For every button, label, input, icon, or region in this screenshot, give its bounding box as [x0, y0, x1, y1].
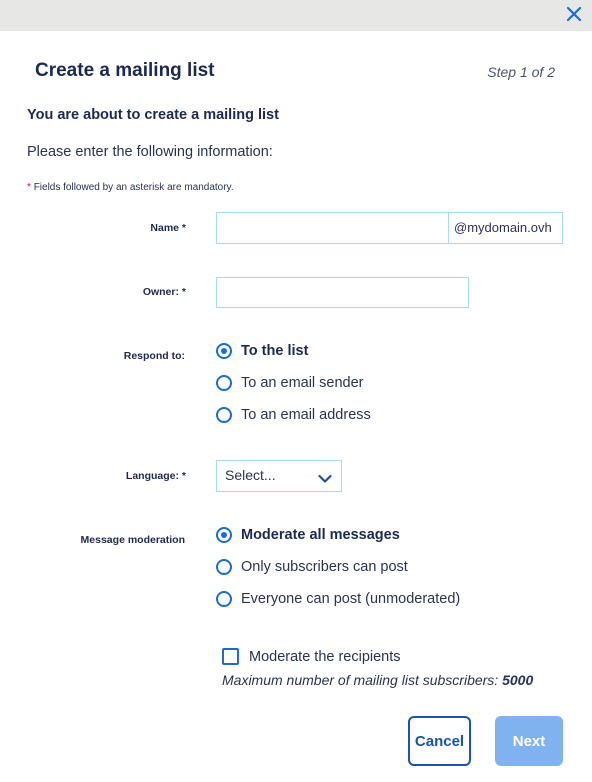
owner-input[interactable]: [216, 277, 469, 308]
moderation-option-all[interactable]: Moderate all messages: [216, 527, 400, 543]
moderation-option-label: Only subscribers can post: [241, 559, 408, 575]
radio-icon: [216, 591, 232, 607]
close-icon[interactable]: [566, 6, 582, 22]
moderation-option-subscribers[interactable]: Only subscribers can post: [216, 559, 408, 575]
info-text: Please enter the following information:: [27, 144, 273, 160]
max-subscribers-value: 5000: [502, 672, 534, 688]
domain-suffix: @mydomain.ovh: [448, 212, 563, 244]
respond-option-sender[interactable]: To an email sender: [216, 375, 364, 391]
moderation-option-label: Moderate all messages: [241, 527, 400, 543]
mandatory-note: * Fields followed by an asterisk are man…: [27, 182, 234, 193]
cancel-button[interactable]: Cancel: [408, 716, 471, 766]
checkbox-icon: [222, 648, 239, 665]
respond-option-address[interactable]: To an email address: [216, 407, 371, 423]
required-asterisk: *: [27, 182, 31, 193]
moderate-recipients-label: Moderate the recipients: [249, 648, 401, 665]
radio-selected-icon: [216, 527, 232, 543]
moderate-recipients-checkbox[interactable]: Moderate the recipients: [222, 648, 401, 665]
language-select[interactable]: Select...: [216, 460, 342, 492]
radio-selected-icon: [216, 343, 232, 359]
respond-option-label: To an email address: [241, 407, 371, 423]
language-label: Language: *: [125, 470, 186, 482]
dialog-top-bar: [0, 0, 592, 31]
max-subscribers-label: Maximum number of mailing list subscribe…: [222, 672, 499, 688]
moderation-option-label: Everyone can post (unmoderated): [241, 591, 461, 607]
radio-icon: [216, 559, 232, 575]
next-button[interactable]: Next: [495, 716, 563, 766]
respond-to-label: Respond to:: [123, 350, 185, 362]
max-subscribers-text: Maximum number of mailing list subscribe…: [222, 672, 533, 688]
moderation-label: Message moderation: [80, 534, 185, 546]
intro-heading: You are about to create a mailing list: [27, 107, 279, 123]
respond-option-label: To an email sender: [241, 375, 364, 391]
language-selected-value: Select...: [225, 467, 276, 483]
name-input[interactable]: [216, 212, 449, 244]
mandatory-note-text: Fields followed by an asterisk are manda…: [33, 182, 234, 193]
radio-icon: [216, 407, 232, 423]
respond-option-label: To the list: [241, 343, 309, 359]
moderation-option-everyone[interactable]: Everyone can post (unmoderated): [216, 591, 460, 607]
chevron-down-icon: [318, 471, 332, 489]
step-indicator: Step 1 of 2: [487, 64, 555, 80]
owner-label: Owner: *: [142, 286, 186, 298]
dialog-title: Create a mailing list: [35, 60, 215, 81]
radio-icon: [216, 375, 232, 391]
respond-option-list[interactable]: To the list: [216, 343, 308, 359]
name-label: Name *: [150, 222, 186, 234]
